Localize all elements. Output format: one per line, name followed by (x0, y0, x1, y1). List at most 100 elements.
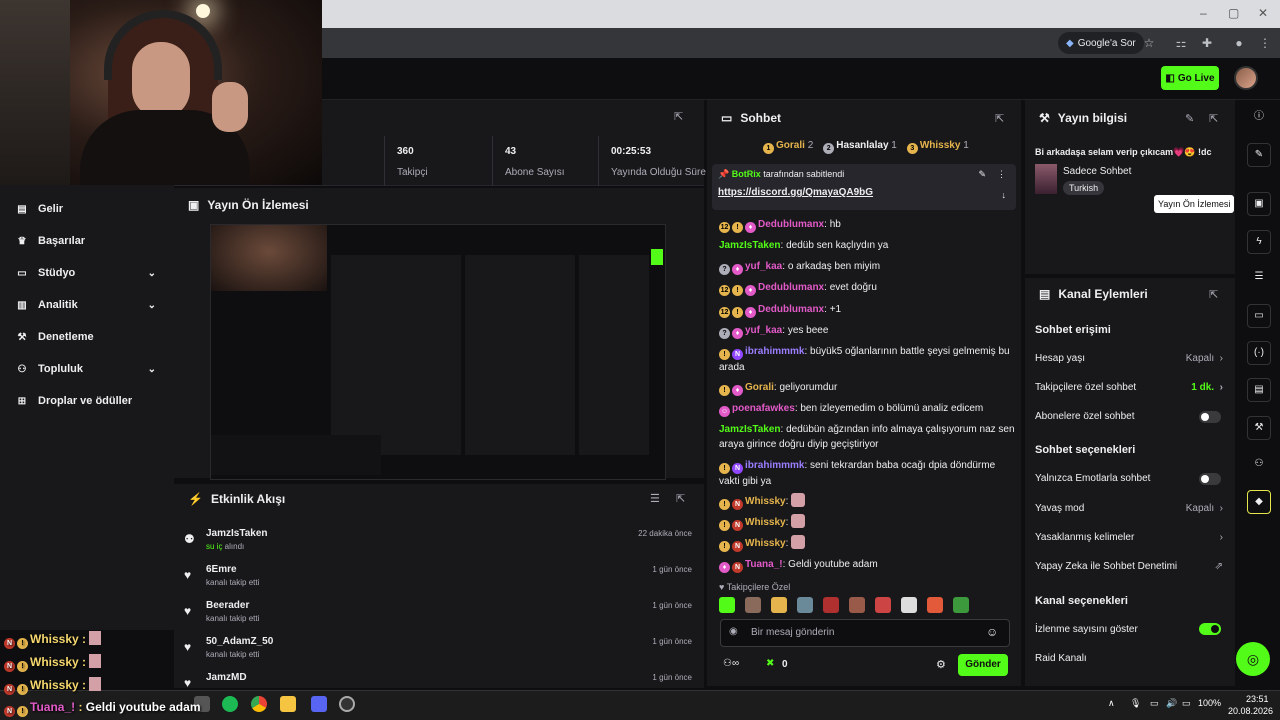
emote[interactable] (771, 597, 787, 613)
volume-icon[interactable]: 🔊 (1166, 698, 1177, 709)
sidebar-item-gelir[interactable]: ▤ Gelir (16, 203, 156, 215)
discord-icon[interactable] (311, 696, 327, 712)
activity-row[interactable]: ♥ 6Emre kanalı takip etti 1 gün önce (174, 560, 704, 596)
sidebar-item-topluluk[interactable]: ⚇ Topluluk ⌄ (16, 363, 156, 375)
followers-only-value[interactable]: 1 dk. › (1191, 382, 1223, 393)
battery-icon[interactable]: ▭ (1182, 698, 1191, 709)
emote[interactable] (745, 597, 761, 613)
bookmark-star-icon[interactable]: ☆ (1140, 34, 1158, 52)
tray-chevron-icon[interactable]: ∧ (1108, 698, 1115, 709)
menu-icon[interactable]: ⋮ (1256, 34, 1274, 52)
broadcast-icon[interactable]: (·) (1247, 341, 1271, 365)
emote[interactable] (719, 597, 735, 613)
activity-row[interactable]: ♥ 50_AdamZ_50 kanalı takip etti 1 gün ön… (174, 632, 704, 668)
profile-icon[interactable]: ● (1230, 34, 1248, 52)
sidebar-item-analitik[interactable]: ▥ Analitik ⌄ (16, 299, 156, 311)
send-button[interactable]: Gönder (958, 654, 1008, 676)
chat-message[interactable]: ! N Whissky: (719, 493, 1015, 510)
mic-icon[interactable]: 🎙 (1130, 698, 1141, 709)
clock-date[interactable]: 20.08.2026 (1228, 706, 1273, 716)
user-avatar[interactable] (1234, 66, 1258, 90)
close-icon[interactable]: ✕ (1258, 6, 1268, 20)
emote[interactable] (875, 597, 891, 613)
obs-icon[interactable] (339, 696, 355, 712)
unpin-icon[interactable]: ✎ (978, 169, 986, 180)
sidebar-item-denetleme[interactable]: ⚒ Denetleme (16, 331, 156, 343)
emote[interactable] (953, 597, 969, 613)
category-thumbnail[interactable] (1035, 164, 1057, 194)
chat-message[interactable]: 12! ♦ Dedublumanx: hb (719, 217, 1015, 233)
preview-icon[interactable]: ▣ (1247, 192, 1271, 216)
activity-row[interactable]: ♥ Beerader kanalı takip etti 1 gün önce (174, 596, 704, 632)
chat-message[interactable]: ☺ poenafawkes: ben izleyemedim o bölümü a… (719, 401, 1015, 417)
chat-message[interactable]: ! Nibrahimmmk: seni tekrardan baba ocağı … (719, 458, 1015, 489)
pinned-message[interactable]: 📌 BotRix tarafından sabitlendi https://d… (712, 164, 1016, 210)
sidebar-item-droplar[interactable]: ⊞ Droplar ve ödüller (16, 395, 156, 407)
emote-only-toggle[interactable] (1199, 473, 1221, 485)
activity-row[interactable]: ⚉ JamzIsTaken su iç alındı 22 dakika önc… (174, 524, 704, 560)
sidebar-item-basarilar[interactable]: ♛ Başarılar (16, 235, 156, 247)
actions-icon[interactable]: ▤ (1247, 378, 1271, 402)
chat-message[interactable]: ! N Whissky: (719, 514, 1015, 531)
chat-input[interactable]: Bir mesaj gönderin (720, 619, 1010, 647)
list-icon[interactable]: ☰ (1247, 266, 1271, 290)
spotify-icon[interactable] (222, 696, 238, 712)
sidebar-item-studyo[interactable]: ▭ Stüdyo ⌄ (16, 267, 156, 279)
chat-message[interactable]: ? ♦ yuf_kaa: o arkadaş ben miyim (719, 259, 1015, 275)
viewers-icon[interactable]: ⚇∞ (723, 658, 739, 669)
popout-icon[interactable]: ⇱ (995, 112, 1004, 125)
chevron-down-icon[interactable]: ↓ (1002, 190, 1007, 200)
chat-message[interactable]: 12! ♦ Dedublumanx: +1 (719, 302, 1015, 318)
popout-icon[interactable]: ⇱ (1209, 288, 1218, 301)
chat-message[interactable]: ! N Whissky: (719, 535, 1015, 552)
popout-icon[interactable]: ⇱ (676, 492, 685, 505)
go-live-button[interactable]: ◧ Go Live (1161, 66, 1219, 90)
popout-icon[interactable]: ⇱ (1209, 112, 1218, 125)
ai-moderation-label[interactable]: Yapay Zeka ile Sohbet Denetimi (1035, 561, 1177, 572)
bolt-icon[interactable]: ϟ (1247, 230, 1271, 254)
banned-words-label[interactable]: Yasaklanmış kelimeler (1035, 532, 1134, 543)
top-chatter-3[interactable]: 3 Whissky 1 (906, 140, 969, 154)
emote[interactable] (797, 597, 813, 613)
subscribers-only-toggle[interactable] (1199, 411, 1221, 423)
extensions-icon[interactable]: ✚ (1198, 34, 1216, 52)
show-viewcount-toggle[interactable] (1199, 623, 1221, 635)
top-chatter-1[interactable]: 1 Gorali 2 (763, 140, 813, 154)
emote[interactable] (823, 597, 839, 613)
emoji-icon[interactable]: ☺ (986, 625, 998, 639)
external-link-icon[interactable]: ⇗ (1215, 561, 1223, 572)
edit-icon[interactable]: ✎ (1247, 143, 1271, 167)
edit-icon[interactable]: ✎ (1185, 112, 1194, 125)
emote[interactable] (927, 597, 943, 613)
chat-message[interactable]: 12! ♦ Dedublumanx: evet doğru (719, 280, 1015, 296)
emote[interactable] (901, 597, 917, 613)
chat-message[interactable]: ? ♦ yuf_kaa: yes beee (719, 323, 1015, 339)
google-ask-chip[interactable]: ◆ Google'a Sor (1058, 32, 1144, 54)
raid-channel-label[interactable]: Raid Kanalı (1035, 653, 1087, 664)
popout-icon[interactable]: ⇱ (674, 110, 683, 123)
emote[interactable] (849, 597, 865, 613)
chevron-right-icon[interactable]: › (1220, 532, 1223, 543)
chat-message[interactable]: JamzIsTaken: dedübün ağzından info almay… (719, 422, 1015, 452)
language-tag[interactable]: Turkish (1063, 181, 1105, 195)
chat-message[interactable]: ! ♦ Gorali: geliyorumdur (719, 380, 1015, 396)
slow-mode-value[interactable]: Kapalı › (1186, 503, 1223, 514)
minimize-icon[interactable]: – (1200, 6, 1207, 20)
chat-settings-icon[interactable]: ◉ (729, 626, 738, 637)
network-icon[interactable]: ▭ (1150, 698, 1159, 709)
clock-time[interactable]: 23:51 (1246, 694, 1269, 704)
translate-icon[interactable]: ⚏ (1172, 34, 1190, 52)
account-age-value[interactable]: Kapalı › (1186, 353, 1223, 364)
filter-icon[interactable]: ☰ (650, 492, 660, 505)
top-chatter-2[interactable]: 2 Hasanlalay 1 (823, 140, 897, 154)
community-icon[interactable]: ⚇ (1247, 453, 1271, 477)
more-icon[interactable]: ⋮ (997, 169, 1006, 180)
stream-preview-video[interactable] (210, 224, 666, 480)
wrench-icon[interactable]: ⚒ (1247, 416, 1271, 440)
gear-icon[interactable]: ⚙ (936, 658, 946, 671)
chat-message[interactable]: ♦ N Tuana_!: Geldi youtube adam (719, 557, 1015, 573)
chat-icon[interactable]: ▭ (1247, 304, 1271, 328)
help-button[interactable]: ◎ (1236, 642, 1270, 676)
tag-icon[interactable]: ◆ (1247, 490, 1271, 514)
chat-message[interactable]: JamzIsTaken: dedüb sen kaçlıydın ya (719, 238, 1015, 253)
